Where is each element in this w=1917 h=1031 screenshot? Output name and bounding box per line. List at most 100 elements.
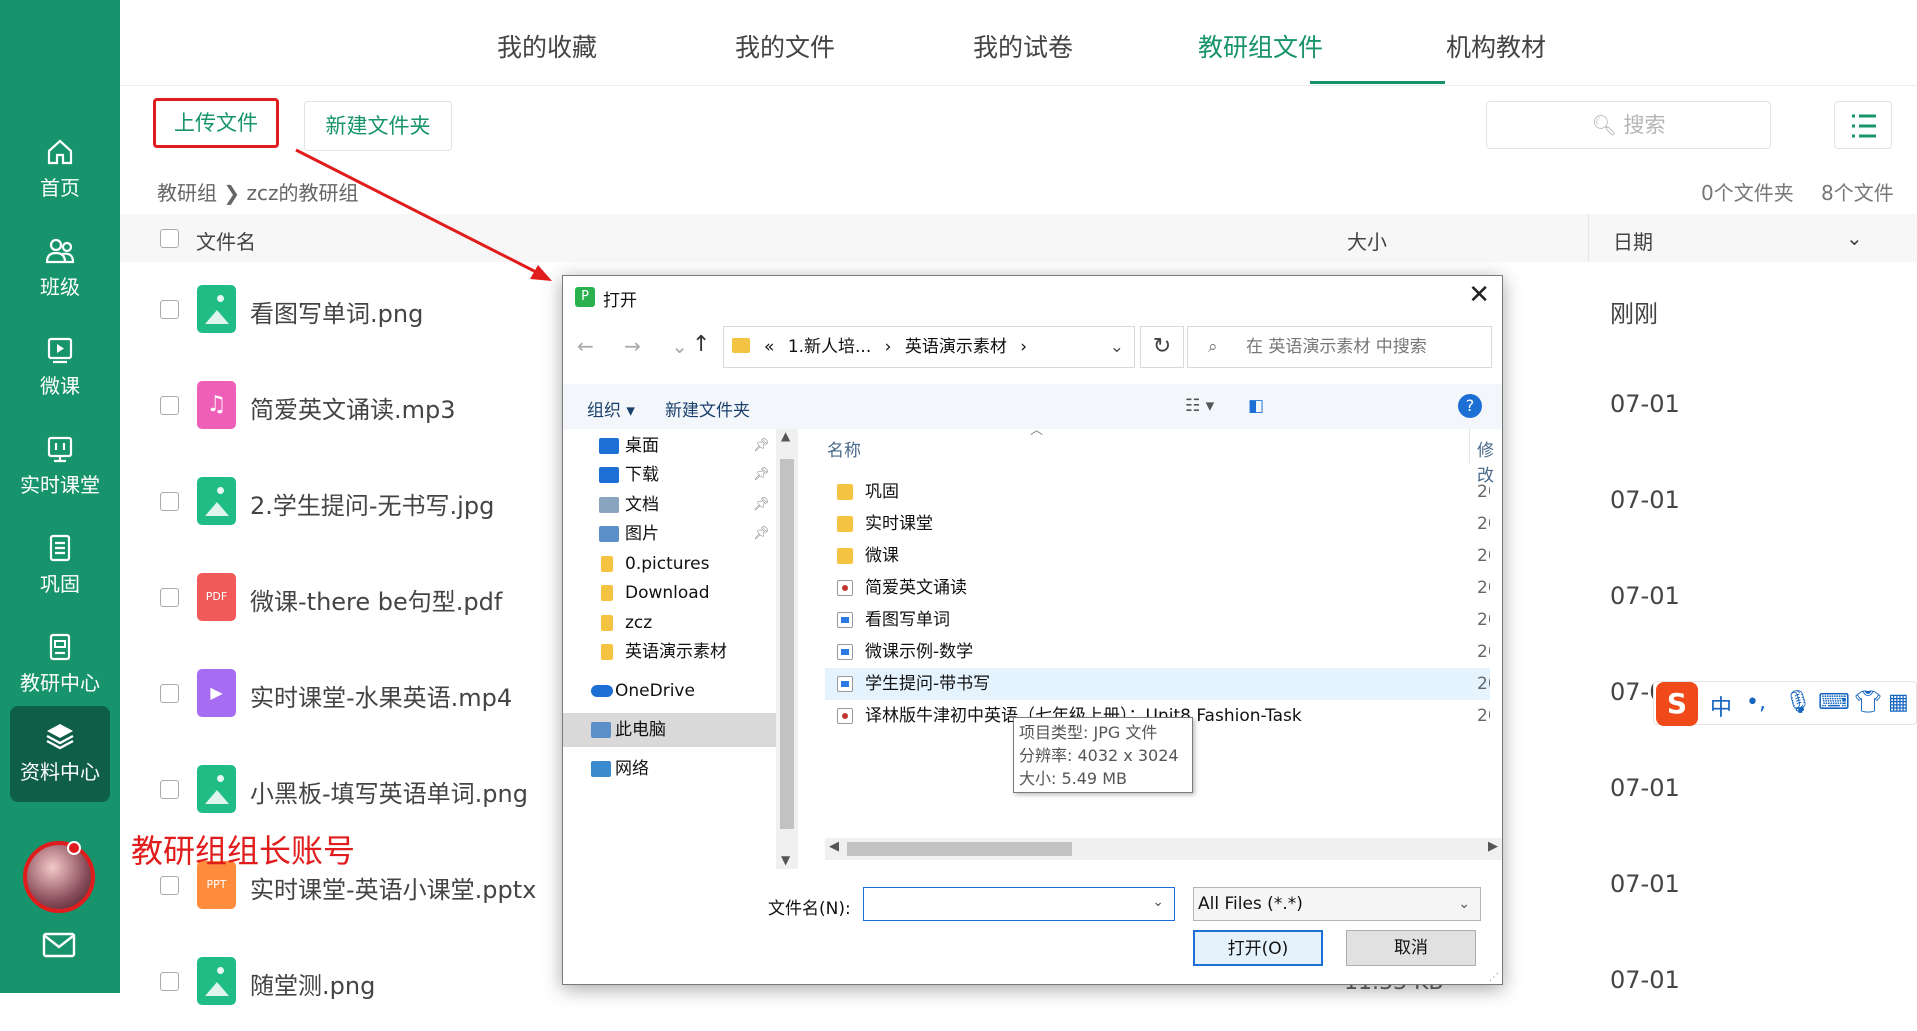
tab-favorites[interactable]: 我的收藏 <box>497 28 597 64</box>
close-icon[interactable]: ✕ <box>1468 280 1490 310</box>
address-bar[interactable]: « 1.新人培... › 英语演示素材 › ⌄ <box>723 326 1135 368</box>
search-icon: ⌕ <box>1208 337 1218 357</box>
scroll-left-icon[interactable]: ◀ <box>829 839 839 854</box>
tab-my-papers[interactable]: 我的试卷 <box>973 28 1073 64</box>
list-item[interactable]: 简爱英文诵读 202 <box>825 572 1490 604</box>
resize-grip-icon[interactable]: ⋰ <box>1489 972 1499 983</box>
item-date: 202 <box>1477 482 1490 502</box>
scrollbar-thumb[interactable] <box>847 842 1072 856</box>
file-name[interactable]: 实时课堂-水果英语.mp4 <box>250 678 512 713</box>
list-item[interactable]: 学生提问-带书写 202 <box>825 668 1490 700</box>
scroll-down-icon[interactable]: ▼ <box>781 853 790 867</box>
tree-scrollbar[interactable]: ▲ ▼ <box>776 429 798 869</box>
list-item[interactable]: 微课 202 <box>825 540 1490 572</box>
item-name: 学生提问-带书写 <box>865 674 991 694</box>
tree-item-label: 文档 <box>625 495 659 515</box>
scroll-up-icon[interactable]: ▲ <box>781 429 790 443</box>
ime-punctuation[interactable]: •, <box>1746 690 1766 715</box>
ime-language[interactable]: 中 <box>1710 690 1732 722</box>
new-folder-command[interactable]: 新建文件夹 <box>665 396 750 421</box>
tree-item-this-pc[interactable]: 此电脑 <box>563 713 778 747</box>
list-item[interactable]: 实时课堂 202 <box>825 508 1490 540</box>
file-name[interactable]: 小黑板-填写英语单词.png <box>250 774 528 809</box>
file-name[interactable]: 简爱英文诵读.mp3 <box>250 390 456 425</box>
breadcrumb-root[interactable]: 教研组 <box>157 181 217 205</box>
up-arrow-icon[interactable]: ↑ <box>692 332 710 357</box>
select-all-checkbox[interactable] <box>160 229 179 248</box>
row-checkbox[interactable] <box>160 684 179 703</box>
row-checkbox[interactable] <box>160 396 179 415</box>
filename-input[interactable]: ⌄ <box>863 887 1175 921</box>
row-checkbox[interactable] <box>160 876 179 895</box>
address-part[interactable]: 英语演示素材 <box>905 337 1007 357</box>
tab-org-textbooks[interactable]: 机构教材 <box>1446 28 1546 64</box>
tree-item-label: 网络 <box>615 759 649 779</box>
upload-file-button[interactable]: 上传文件 <box>153 98 279 148</box>
row-checkbox[interactable] <box>160 588 179 607</box>
sidebar-item-label: 微课 <box>40 374 80 398</box>
dialog-search-input[interactable]: ⌕ 在 英语演示素材 中搜索 <box>1187 326 1492 368</box>
tab-my-files[interactable]: 我的文件 <box>735 28 835 64</box>
file-name[interactable]: 实时课堂-英语小课堂.pptx <box>250 870 536 905</box>
mail-icon[interactable] <box>42 932 76 958</box>
sidebar-item-live-class[interactable]: 实时课堂 <box>10 419 110 515</box>
tree-item-pictures[interactable]: 图片 📌︎ <box>563 517 778 551</box>
column-header-size[interactable]: 大小 <box>1347 226 1387 255</box>
list-item[interactable]: 微课示例-数学 202 <box>825 636 1490 668</box>
file-name[interactable]: 微课-there be句型.pdf <box>250 582 502 617</box>
list-view-button[interactable] <box>1834 101 1892 149</box>
file-name[interactable]: 随堂测.png <box>250 966 375 1001</box>
search-input[interactable]: 🔍︎ 搜索 <box>1486 101 1771 149</box>
tree-item-downloads[interactable]: 下载 📌︎ <box>563 458 778 492</box>
column-header-name[interactable]: 名称 <box>827 436 861 461</box>
chevron-down-icon[interactable]: ⌄ <box>1152 894 1164 910</box>
row-checkbox[interactable] <box>160 972 179 991</box>
sidebar-item-research-center[interactable]: 教研中心 <box>10 617 110 713</box>
row-checkbox[interactable] <box>160 492 179 511</box>
address-part[interactable]: 1.新人培... <box>788 337 871 357</box>
chevron-down-icon[interactable]: ⌄ <box>1846 226 1863 250</box>
scroll-right-icon[interactable]: ▶ <box>1488 839 1498 854</box>
tab-research-group-files[interactable]: 教研组文件 <box>1198 28 1323 64</box>
sidebar-item-class[interactable]: 班级 <box>10 221 110 317</box>
file-name[interactable]: 看图写单词.png <box>250 294 423 329</box>
organize-menu[interactable]: 组织 ▾ <box>587 396 635 421</box>
avatar[interactable] <box>23 841 95 913</box>
tree-item-folder[interactable]: 英语演示素材 <box>563 635 778 669</box>
keyboard-icon[interactable]: ⌨︎ <box>1818 690 1850 715</box>
image-file-icon <box>197 477 236 525</box>
row-checkbox[interactable] <box>160 780 179 799</box>
sidebar-item-consolidate[interactable]: 巩固 <box>10 518 110 614</box>
list-item[interactable]: 巩固 202 <box>825 476 1490 508</box>
scrollbar-thumb[interactable] <box>780 459 794 829</box>
skin-icon[interactable]: 👕︎ <box>1854 690 1882 715</box>
refresh-button[interactable]: ↻ <box>1140 326 1184 368</box>
sidebar-item-home[interactable]: 首页 <box>10 122 110 218</box>
row-checkbox[interactable] <box>160 300 179 319</box>
sidebar-item-microlesson[interactable]: 微课 <box>10 320 110 416</box>
preview-pane-icon[interactable]: ◧ <box>1248 396 1264 416</box>
tree-item-network[interactable]: 网络 <box>563 752 778 786</box>
help-icon[interactable]: ? <box>1458 394 1482 418</box>
file-date: 07-01 <box>1610 966 1680 994</box>
back-forward-arrows[interactable]: ← → ⌄ <box>577 334 700 358</box>
column-header-date[interactable]: 日期 <box>1613 226 1653 255</box>
filetype-select[interactable]: All Files (*.*) ⌄ <box>1193 887 1481 921</box>
list-item[interactable]: 看图写单词 202 <box>825 604 1490 636</box>
column-header-name[interactable]: 文件名 <box>196 226 256 255</box>
sogou-logo[interactable]: S <box>1656 682 1698 726</box>
tree-item-folder[interactable]: Download <box>563 576 778 610</box>
file-name[interactable]: 2.学生提问-无书写.jpg <box>250 486 494 521</box>
microphone-icon[interactable]: 🎙︎ <box>1784 690 1812 715</box>
live-class-icon <box>47 436 73 463</box>
new-folder-button[interactable]: 新建文件夹 <box>304 101 452 151</box>
chevron-down-icon[interactable]: ⌄ <box>1110 327 1124 367</box>
horizontal-scrollbar[interactable]: ◀ ▶ <box>825 838 1502 860</box>
view-options-icon[interactable]: ☷ ▾ <box>1185 396 1214 416</box>
open-button[interactable]: 打开(O) <box>1193 930 1323 966</box>
toolbox-icon[interactable]: ▦ <box>1888 690 1909 715</box>
item-date: 202 <box>1477 578 1490 598</box>
tree-item-onedrive[interactable]: OneDrive <box>563 674 778 708</box>
cancel-button[interactable]: 取消 <box>1346 930 1476 966</box>
sidebar-item-resource-center[interactable]: 资料中心 <box>10 706 110 802</box>
